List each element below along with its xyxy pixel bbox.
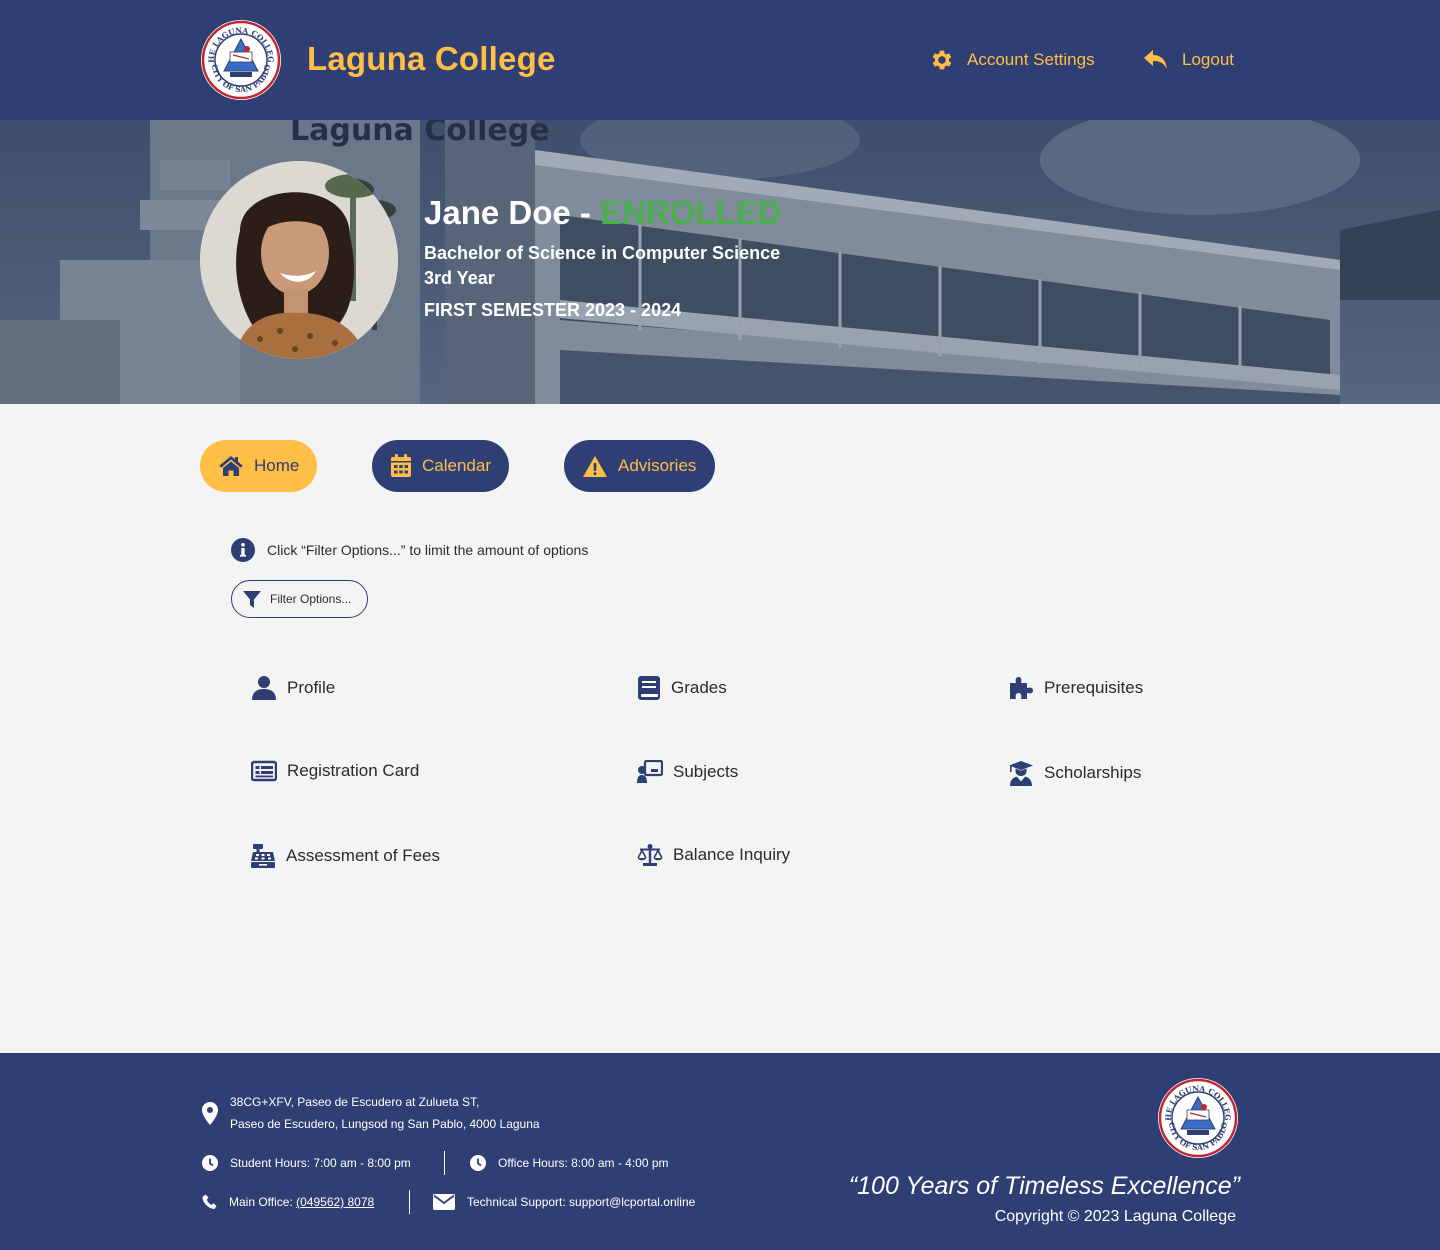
book-icon — [638, 676, 660, 700]
option-registration-card-label: Registration Card — [287, 761, 420, 780]
office-hours-text: Office Hours: 8:00 am - 4:00 pm — [498, 1156, 669, 1170]
graduate-icon — [1009, 761, 1033, 786]
option-assessment-of-fees-label: Assessment of Fees — [286, 846, 441, 865]
technical-support: Technical Support: support@lcportal.onli… — [433, 1194, 695, 1210]
option-grades[interactable]: Grades — [637, 675, 727, 701]
address-line-2: Paseo de Escudero, Lungsod ng San Pablo,… — [230, 1117, 540, 1131]
id-card-icon — [251, 760, 277, 782]
user-icon — [252, 676, 276, 700]
footer-divider — [444, 1151, 445, 1175]
filter-hint-text: Click “Filter Options...” to limit the a… — [267, 542, 589, 558]
option-prerequisites[interactable]: Prerequisites — [1008, 675, 1143, 701]
student-photo — [200, 161, 398, 359]
account-settings-link[interactable]: Account Settings — [929, 46, 1095, 74]
cash-register-icon — [251, 844, 275, 868]
option-balance-inquiry[interactable]: Balance Inquiry — [637, 843, 790, 867]
main-office-phone-link[interactable]: (049562) 8078 — [296, 1195, 374, 1209]
student-hours-text: Student Hours: 7:00 am - 8:00 pm — [230, 1156, 411, 1170]
tab-calendar-label: Calendar — [422, 456, 491, 475]
option-registration-card[interactable]: Registration Card — [251, 760, 419, 782]
college-motto: “100 Years of Timeless Excellence” — [848, 1172, 1240, 1200]
clock-icon — [470, 1155, 486, 1171]
option-scholarships[interactable]: Scholarships — [1008, 760, 1141, 786]
option-assessment-of-fees[interactable]: Assessment of Fees — [250, 843, 440, 869]
office-hours: Office Hours: 8:00 am - 4:00 pm — [470, 1155, 669, 1171]
option-prerequisites-label: Prerequisites — [1044, 678, 1144, 697]
option-profile[interactable]: Profile — [251, 675, 335, 701]
tab-advisories[interactable]: Advisories — [564, 440, 715, 492]
filter-funnel-icon — [243, 591, 261, 608]
copyright-text: Copyright © 2023 Laguna College — [994, 1208, 1236, 1225]
tab-home-label: Home — [254, 456, 300, 475]
address-line-1: 38CG+XFV, Paseo de Escudero at Zulueta S… — [230, 1095, 480, 1109]
reply-arrow-icon — [1144, 50, 1167, 69]
top-navbar: THE LAGUNA COLLEGE CITY OF SAN PABLO Lag… — [0, 0, 1440, 120]
current-semester: FIRST SEMESTER 2023 - 2024 — [424, 300, 682, 320]
home-icon — [219, 456, 243, 476]
filter-options-button[interactable]: Filter Options... — [231, 580, 368, 618]
main-office: Main Office: (049562) 8078 — [202, 1194, 374, 1210]
map-pin-icon — [202, 1102, 218, 1125]
calendar-icon — [391, 454, 411, 477]
tech-support-text: Technical Support: support@lcportal.onli… — [467, 1195, 696, 1209]
college-seal-logo[interactable]: THE LAGUNA COLLEGE CITY OF SAN PABLO — [200, 19, 282, 101]
option-subjects-label: Subjects — [673, 762, 739, 781]
student-banner: Laguna College Jane Doe - ENROLLED Bache… — [0, 120, 1440, 404]
info-icon — [231, 538, 255, 562]
gear-icon — [932, 50, 952, 70]
phone-icon — [202, 1194, 217, 1209]
option-profile-label: Profile — [287, 678, 336, 697]
option-balance-inquiry-label: Balance Inquiry — [673, 845, 791, 864]
footer-college-seal-logo: THE LAGUNA COLLEGE CITY OF SAN PABLO — [1157, 1077, 1238, 1158]
logout-label: Logout — [1182, 50, 1234, 69]
puzzle-icon — [1010, 677, 1033, 699]
option-grades-label: Grades — [671, 678, 727, 697]
student-avatar — [200, 161, 398, 359]
logout-link[interactable]: Logout — [1142, 46, 1234, 74]
filter-hint: Click “Filter Options...” to limit the a… — [231, 538, 588, 562]
warning-icon — [583, 455, 607, 477]
teacher-board-icon — [637, 760, 663, 783]
footer: 38CG+XFV, Paseo de Escudero at Zulueta S… — [0, 1053, 1440, 1250]
footer-divider — [409, 1190, 410, 1214]
student-name-heading: Jane Doe - ENROLLED — [424, 194, 782, 232]
option-subjects[interactable]: Subjects — [637, 760, 738, 784]
filter-options-label: Filter Options... — [270, 592, 352, 606]
clock-icon — [202, 1155, 218, 1171]
student-year-level: 3rd Year — [424, 268, 495, 288]
account-settings-label: Account Settings — [967, 50, 1095, 69]
tab-advisories-label: Advisories — [618, 456, 697, 475]
student-hours: Student Hours: 7:00 am - 8:00 pm — [202, 1155, 411, 1171]
envelope-icon — [433, 1194, 455, 1210]
tab-home[interactable]: Home — [200, 440, 317, 492]
enrollment-status: ENROLLED — [600, 194, 782, 231]
option-scholarships-label: Scholarships — [1044, 763, 1142, 782]
student-name: Jane Doe - — [424, 194, 601, 231]
tab-calendar[interactable]: Calendar — [372, 440, 509, 492]
scale-icon — [637, 844, 663, 866]
student-program: Bachelor of Science in Computer Science — [424, 243, 781, 263]
main-office-label: Main Office: — [229, 1195, 297, 1209]
brand-title: Laguna College — [307, 40, 556, 77]
